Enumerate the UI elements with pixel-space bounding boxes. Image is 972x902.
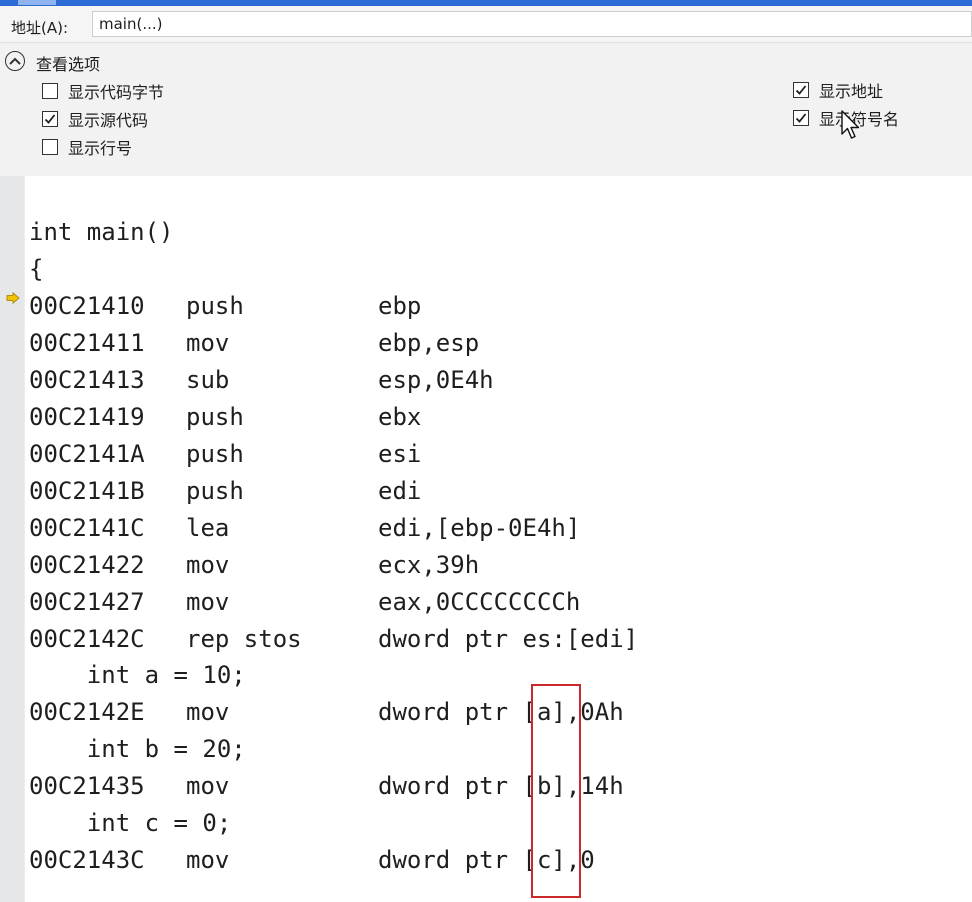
option-show-address[interactable]: 显示地址	[793, 78, 883, 102]
instruction-operands: esi	[378, 440, 422, 468]
instruction-opcode: rep stos	[186, 625, 302, 653]
instruction-address: 00C21419	[29, 403, 145, 431]
disassembly-view[interactable]: int main() { 00C21410 push ebp 00C21411 mov e…	[0, 176, 972, 902]
mouse-cursor-icon	[841, 110, 860, 139]
instruction-opcode: mov	[186, 846, 230, 874]
option-show-source-code[interactable]: 显示源代码	[42, 107, 148, 131]
option-show-line-numbers[interactable]: 显示行号	[42, 135, 132, 159]
instruction-operands: dword ptr [a],0Ah	[378, 698, 624, 726]
checkmark-icon	[795, 113, 807, 123]
checkmark-icon	[795, 85, 807, 95]
address-toolbar: 地址(A):	[0, 6, 972, 43]
checkbox-show-source-code[interactable]	[42, 111, 58, 127]
option-show-code-bytes[interactable]: 显示代码字节	[42, 79, 164, 103]
instruction-address: 00C2142E	[29, 698, 145, 726]
checkbox-show-address[interactable]	[793, 82, 809, 98]
instruction-address: 00C2143C	[29, 846, 145, 874]
checkbox-show-symbol-names[interactable]	[793, 110, 809, 126]
instruction-operands: ecx,39h	[378, 551, 480, 579]
current-instruction-arrow-icon	[6, 292, 20, 304]
instruction-address: 00C2141B	[29, 477, 145, 505]
instruction-operands: eax,0CCCCCCCCh	[378, 588, 581, 616]
instruction-address: 00C21435	[29, 772, 145, 800]
instruction-opcode: mov	[186, 588, 230, 616]
indicator-margin[interactable]	[0, 176, 24, 902]
instruction-opcode: sub	[186, 366, 230, 394]
instruction-address: 00C21411	[29, 329, 145, 357]
source-line: int main()	[29, 218, 174, 246]
option-label: 显示代码字节	[68, 83, 165, 102]
instruction-address: 00C21410	[29, 292, 145, 320]
collapse-options-button[interactable]	[5, 51, 25, 71]
source-line: int b = 20;	[29, 735, 246, 763]
instruction-opcode: mov	[186, 698, 230, 726]
source-line: int c = 0;	[29, 809, 232, 837]
address-input[interactable]	[92, 11, 972, 37]
instruction-operands: ebp	[378, 292, 422, 320]
address-label: 地址(A):	[11, 19, 69, 37]
checkmark-icon	[44, 114, 56, 124]
instruction-address: 00C21413	[29, 366, 145, 394]
source-line: {	[29, 255, 44, 283]
instruction-address: 00C21422	[29, 551, 145, 579]
chevron-up-icon	[9, 57, 21, 65]
checkbox-show-code-bytes[interactable]	[42, 83, 58, 99]
instruction-operands: esp,0E4h	[378, 366, 494, 394]
margin-divider	[24, 176, 25, 902]
instruction-operands: ebx	[378, 403, 422, 431]
instruction-opcode: mov	[186, 551, 230, 579]
option-label: 显示地址	[819, 82, 884, 101]
source-line: int a = 10;	[29, 661, 246, 689]
instruction-opcode: mov	[186, 772, 230, 800]
annotation-highlight-box	[531, 684, 581, 898]
instruction-opcode: push	[186, 403, 244, 431]
instruction-address: 00C2142C	[29, 625, 145, 653]
instruction-opcode: push	[186, 292, 244, 320]
instruction-operands: edi	[378, 477, 422, 505]
instruction-opcode: push	[186, 477, 244, 505]
instruction-opcode: lea	[186, 514, 230, 542]
instruction-address: 00C2141C	[29, 514, 145, 542]
option-label: 显示行号	[68, 139, 133, 158]
instruction-address: 00C21427	[29, 588, 145, 616]
instruction-opcode: push	[186, 440, 244, 468]
instruction-operands: edi,[ebp-0E4h]	[378, 514, 581, 542]
instruction-address: 00C2141A	[29, 440, 145, 468]
instruction-operands: dword ptr [b],14h	[378, 772, 624, 800]
instruction-operands: ebp,esp	[378, 329, 480, 357]
title-bar-tab	[18, 0, 56, 5]
instruction-operands: dword ptr es:[edi]	[378, 625, 639, 653]
view-options-title: 查看选项	[36, 55, 101, 74]
view-options-panel: 查看选项 显示代码字节 显示源代码 显示行号 显示地址 显示符号名	[0, 43, 972, 176]
option-label: 显示源代码	[68, 111, 149, 130]
checkbox-show-line-numbers[interactable]	[42, 139, 58, 155]
instruction-opcode: mov	[186, 329, 230, 357]
